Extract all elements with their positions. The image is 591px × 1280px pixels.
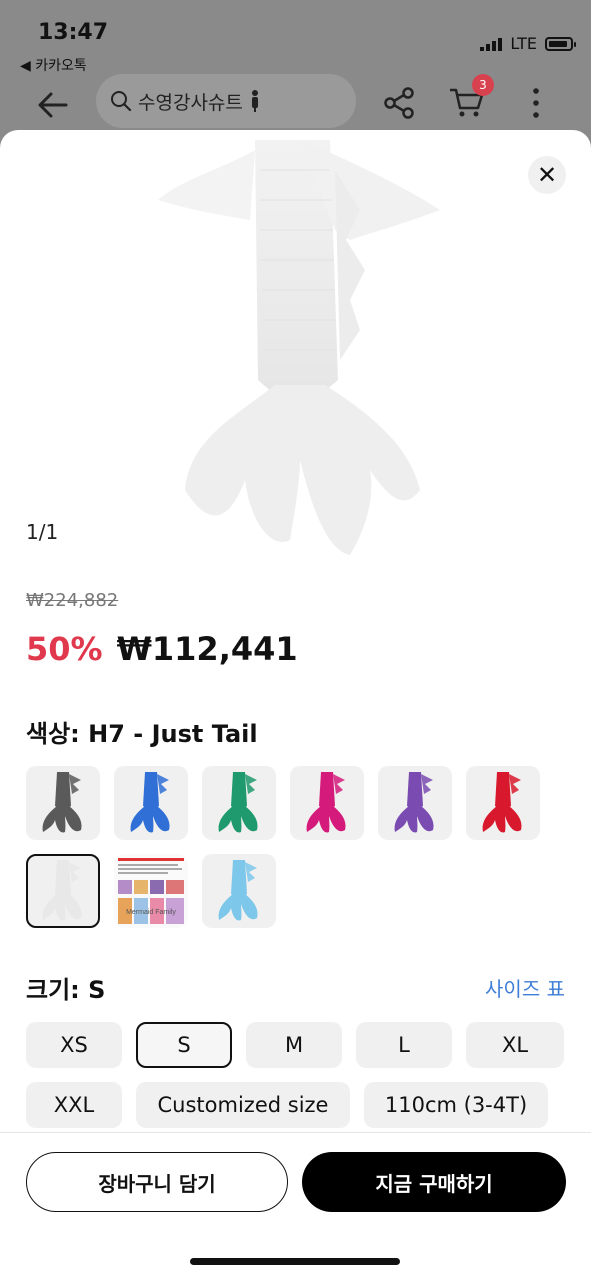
network-label: LTE xyxy=(510,34,537,53)
close-button[interactable]: ✕ xyxy=(528,156,566,194)
collage-image: Mermaid Family xyxy=(114,854,188,928)
color-swatch-purple[interactable] xyxy=(378,766,452,840)
price-row: 50% ₩112,441 xyxy=(26,630,298,668)
status-time: 13:47 xyxy=(38,20,109,45)
pink-tail-icon xyxy=(306,772,346,833)
add-to-cart-button[interactable]: 장바구니 담기 xyxy=(26,1152,288,1212)
color-swatch-red[interactable] xyxy=(466,766,540,840)
purple-tail-icon xyxy=(394,772,434,833)
battery-icon xyxy=(545,36,576,51)
cart-count-badge: 3 xyxy=(472,74,494,96)
discount-percent: 50% xyxy=(26,630,103,668)
home-indicator xyxy=(190,1258,400,1265)
back-arrow-icon[interactable] xyxy=(36,88,70,122)
search-text: 수영강사슈트 xyxy=(138,91,243,114)
system-icons: LTE xyxy=(480,34,576,53)
color-swatch-custom-collage[interactable]: Mermaid Family xyxy=(114,854,188,928)
size-label: 크기: S xyxy=(26,976,106,1004)
search-bar[interactable]: 수영강사슈트 xyxy=(96,74,356,128)
size-option-110cm-3-4t[interactable]: 110cm (3-4T) xyxy=(364,1082,548,1128)
green-tail-icon xyxy=(218,772,258,833)
size-option-xxl[interactable]: XXL xyxy=(26,1082,122,1128)
color-swatch-blue[interactable] xyxy=(114,766,188,840)
light-blue-tail-icon xyxy=(218,860,258,921)
size-option-customized-size[interactable]: Customized size xyxy=(136,1082,350,1128)
color-label: 색상: H7 - Just Tail xyxy=(26,720,258,748)
divider xyxy=(0,1132,591,1133)
close-icon: ✕ xyxy=(536,161,558,189)
image-counter: 1/1 xyxy=(26,520,59,544)
color-swatch-pink[interactable] xyxy=(290,766,364,840)
size-option-l[interactable]: L xyxy=(356,1022,452,1068)
sale-price: ₩112,441 xyxy=(116,630,298,668)
signal-icon xyxy=(480,37,503,51)
gray-tail-icon xyxy=(42,772,82,833)
mic-figure-icon xyxy=(251,90,258,112)
size-option-xl[interactable]: XL xyxy=(466,1022,564,1068)
search-icon xyxy=(111,91,132,112)
app-bar: 수영강사슈트 xyxy=(0,72,591,134)
svg-text:Mermaid Family: Mermaid Family xyxy=(126,909,176,916)
color-swatch-white[interactable] xyxy=(26,854,100,928)
share-icon[interactable] xyxy=(382,86,416,120)
size-option-m[interactable]: M xyxy=(246,1022,342,1068)
buy-now-button[interactable]: 지금 구매하기 xyxy=(302,1152,566,1212)
white-tail-icon xyxy=(42,860,82,921)
color-swatch-gray[interactable] xyxy=(26,766,100,840)
color-swatch-green[interactable] xyxy=(202,766,276,840)
size-option-s[interactable]: S xyxy=(136,1022,232,1068)
red-tail-icon xyxy=(482,772,522,833)
color-swatch-light-blue[interactable] xyxy=(202,854,276,928)
blue-tail-icon xyxy=(130,772,170,833)
original-price: ₩224,882 xyxy=(26,590,119,611)
size-option-xs[interactable]: XS xyxy=(26,1022,122,1068)
more-vertical-icon[interactable] xyxy=(530,86,542,120)
product-image xyxy=(158,140,440,555)
status-bar: 13:47 ◀ 카카오톡 LTE xyxy=(0,0,591,80)
size-guide-link[interactable]: 사이즈 표 xyxy=(485,973,565,1002)
product-option-sheet: ✕ 1/1 ₩224,882 50% ₩112,441 색상: H7 - Jus… xyxy=(0,130,591,1280)
